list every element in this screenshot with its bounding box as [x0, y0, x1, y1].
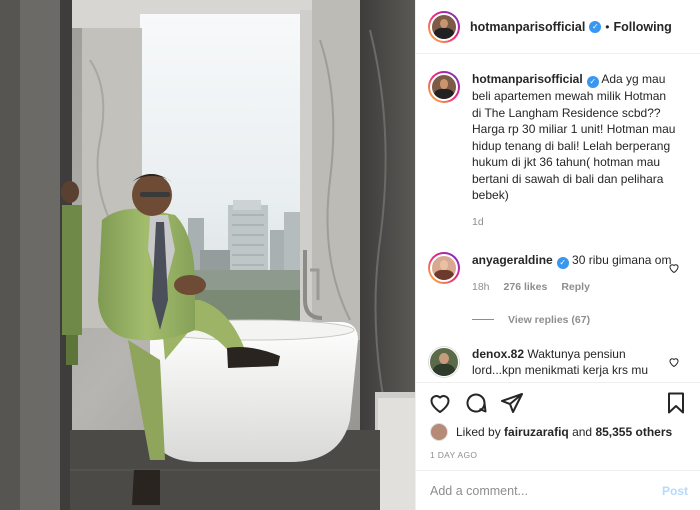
likes-summary: Liked by fairuzarafiq and 85,355 others: [416, 423, 700, 441]
commenter-avatar[interactable]: [428, 252, 460, 284]
author-username[interactable]: hotmanparisofficial: [470, 20, 585, 34]
replies-divider: [472, 319, 494, 320]
heart-icon[interactable]: [428, 391, 452, 415]
view-replies-label: View replies (67): [508, 313, 591, 326]
verified-icon: ✓: [589, 20, 602, 33]
caption-text: Ada yg mau beli apartemen mewah milik Ho…: [472, 72, 676, 202]
bookmark-icon[interactable]: [664, 391, 688, 415]
post-button[interactable]: Post: [662, 484, 688, 498]
comment-heart-icon[interactable]: [668, 356, 680, 368]
post-photo[interactable]: [0, 0, 415, 510]
comment-text: 30 ribu gimana om: [572, 253, 672, 267]
comments-list[interactable]: hotmanparisofficial ✓ Ada yg mau beli apa…: [416, 55, 700, 382]
comment-input[interactable]: [430, 483, 662, 498]
post-panel: hotmanparisofficial ✓ • Following hotman…: [415, 0, 700, 510]
post-actions-section: Liked by fairuzarafiq and 85,355 others …: [416, 382, 700, 462]
caption-username[interactable]: hotmanparisofficial: [472, 72, 583, 86]
others-count[interactable]: 85,355 others: [595, 425, 672, 439]
liker-avatar[interactable]: [430, 423, 448, 441]
share-icon[interactable]: [500, 391, 524, 415]
post-timestamp[interactable]: 1 DAY AGO: [416, 441, 700, 460]
post-photo-illustration: [0, 0, 415, 510]
caption-avatar[interactable]: [428, 71, 460, 103]
author-avatar[interactable]: [428, 10, 460, 43]
commenter-username[interactable]: denox.82: [472, 347, 524, 361]
comment-heart-icon[interactable]: [668, 262, 680, 274]
reply-button[interactable]: Reply: [561, 279, 590, 296]
add-comment-bar: Post: [416, 470, 700, 510]
verified-icon: ✓: [556, 257, 569, 269]
liked-by-and: and: [572, 425, 593, 439]
caption-age[interactable]: 1d: [472, 214, 484, 231]
post-header: hotmanparisofficial ✓ • Following: [416, 0, 700, 54]
comment-likes[interactable]: 276 likes: [504, 279, 548, 296]
caption: hotmanparisofficial ✓ Ada yg mau beli apa…: [428, 71, 688, 230]
following-button[interactable]: Following: [614, 20, 672, 34]
view-replies-button[interactable]: View replies (67): [472, 314, 688, 326]
comment-age[interactable]: 18h: [472, 279, 490, 296]
separator-dot: •: [605, 19, 610, 34]
comment-icon[interactable]: [464, 391, 488, 415]
commenter-avatar[interactable]: [428, 345, 460, 378]
liked-by-prefix: Liked by: [456, 425, 501, 439]
comment-item: anyageraldine ✓ 30 ribu gimana om 18h 276…: [428, 252, 688, 296]
liker-username[interactable]: fairuzarafiq: [504, 425, 569, 439]
verified-icon: ✓: [586, 76, 599, 88]
comment-item: denox.82 Waktunya pensiun lord...kpn men…: [428, 345, 688, 379]
action-bar: [416, 383, 700, 423]
commenter-username[interactable]: anyageraldine: [472, 253, 553, 267]
